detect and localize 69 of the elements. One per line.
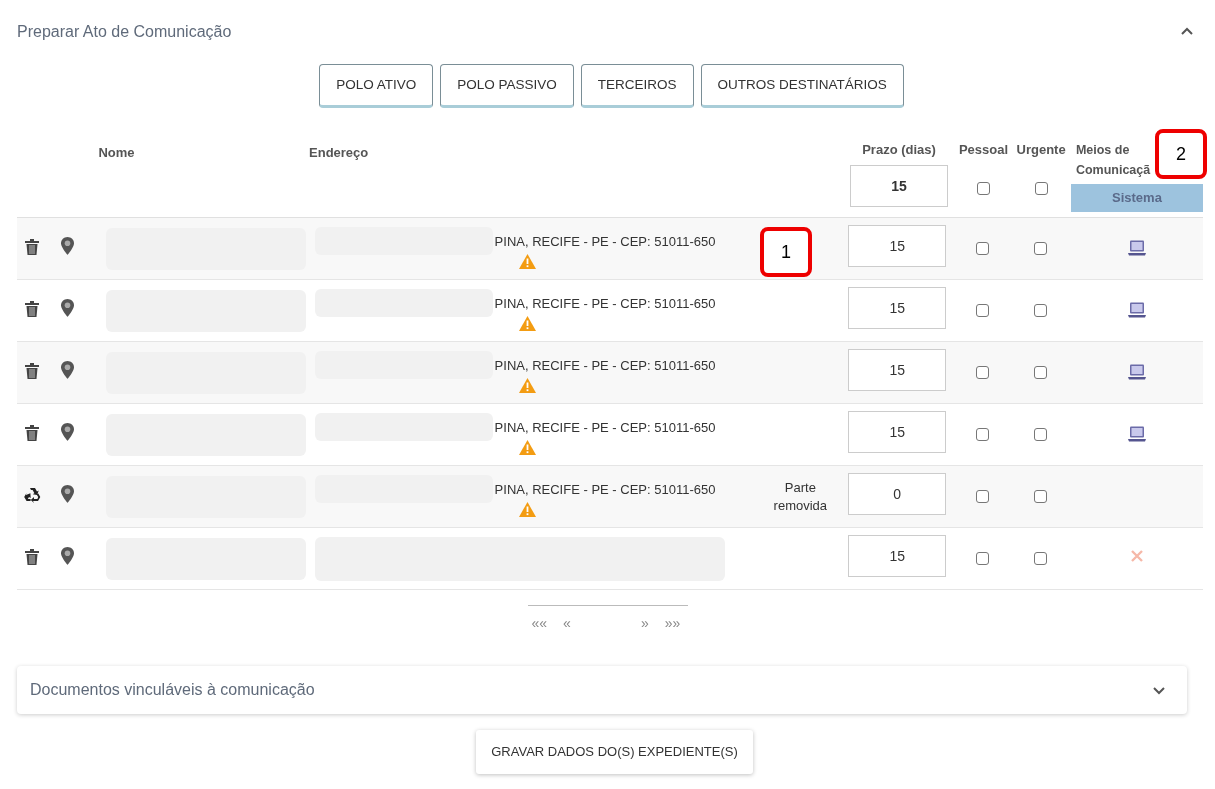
checkbox[interactable] xyxy=(975,366,989,379)
deadline-field[interactable]: 15 xyxy=(848,349,947,391)
checkbox[interactable] xyxy=(1033,490,1047,503)
checkbox[interactable] xyxy=(975,490,989,503)
callout-marker: 1 xyxy=(760,227,812,277)
warning-icon xyxy=(518,377,536,393)
column-header: Nome xyxy=(98,145,135,160)
computer-icon[interactable] xyxy=(1127,364,1146,380)
pagination-link[interactable]: »» xyxy=(664,613,681,634)
checkbox[interactable] xyxy=(975,304,989,317)
deadline-field[interactable]: 15 xyxy=(848,287,947,329)
checkbox[interactable] xyxy=(1033,366,1047,379)
checkbox[interactable] xyxy=(1033,428,1047,441)
deadline-field[interactable]: 15 xyxy=(850,164,949,207)
column-header: Endereço xyxy=(309,145,369,160)
computer-icon[interactable] xyxy=(1127,426,1146,442)
panel-title: Documentos vinculáveis à comunicação xyxy=(30,680,315,700)
deadline-field[interactable]: 0 xyxy=(848,473,947,515)
map-pin-icon[interactable] xyxy=(61,237,75,255)
deadline-field[interactable]: 15 xyxy=(848,411,947,453)
column-header: Pessoal xyxy=(958,141,1009,159)
filter-button[interactable]: POLO PASSIVO xyxy=(440,64,574,108)
address-text: PINA, RECIFE - PE - CEP: 51011-650 xyxy=(494,233,716,251)
map-pin-icon[interactable] xyxy=(61,423,75,441)
computer-icon[interactable] xyxy=(1127,302,1146,318)
checkbox[interactable] xyxy=(977,181,990,195)
trash-icon[interactable] xyxy=(25,239,40,255)
pagination-link[interactable]: « xyxy=(563,613,571,634)
map-pin-icon[interactable] xyxy=(61,361,75,379)
map-pin-icon[interactable] xyxy=(61,547,75,565)
pagination-link[interactable]: «« xyxy=(531,613,548,634)
documents-panel[interactable]: Documentos vinculáveis à comunicação xyxy=(17,666,1187,714)
status-note: Parte removida xyxy=(772,479,829,515)
checkbox[interactable] xyxy=(975,552,989,565)
callout-marker: 2 xyxy=(1155,129,1207,179)
column-subheader: Sistema xyxy=(1070,184,1203,212)
checkbox[interactable] xyxy=(1033,304,1047,317)
address-text: PINA, RECIFE - PE - CEP: 51011-650 xyxy=(494,481,716,499)
address-text: PINA, RECIFE - PE - CEP: 51011-650 xyxy=(494,357,716,375)
trash-icon[interactable] xyxy=(25,425,40,441)
warning-icon xyxy=(518,315,536,331)
checkbox[interactable] xyxy=(975,428,989,441)
pagination-link[interactable]: » xyxy=(640,613,649,634)
trash-icon[interactable] xyxy=(25,549,40,565)
column-header: Meios de Comunicaçã xyxy=(1075,142,1152,179)
recycle-icon[interactable] xyxy=(24,487,41,503)
computer-icon[interactable] xyxy=(1127,240,1146,256)
filter-button[interactable]: OUTROS DESTINATÁRIOS xyxy=(700,64,904,108)
warning-icon xyxy=(518,253,536,269)
trash-icon[interactable] xyxy=(25,301,40,317)
filter-button[interactable]: TERCEIROS xyxy=(580,64,694,108)
trash-icon[interactable] xyxy=(25,363,40,379)
address-text: PINA, RECIFE - PE - CEP: 51011-650 xyxy=(494,419,716,437)
checkbox[interactable] xyxy=(975,242,989,255)
column-header: Urgente xyxy=(1016,141,1066,159)
deadline-field[interactable]: 15 xyxy=(848,535,947,577)
checkbox[interactable] xyxy=(1033,552,1047,565)
warning-icon xyxy=(518,439,536,455)
save-button[interactable]: GRAVAR DADOS DO(S) EXPEDIENTE(S) xyxy=(476,730,753,774)
warning-icon xyxy=(518,501,536,517)
checkbox[interactable] xyxy=(1033,242,1047,255)
deadline-field[interactable]: 15 xyxy=(848,225,947,267)
map-pin-icon[interactable] xyxy=(61,485,75,503)
filter-button[interactable]: POLO ATIVO xyxy=(319,64,434,108)
checkbox[interactable] xyxy=(1034,181,1048,195)
map-pin-icon[interactable] xyxy=(61,299,75,317)
panel-title: Preparar Ato de Comunicação xyxy=(17,22,232,42)
column-header: Prazo (dias) xyxy=(862,141,936,159)
address-text: PINA, RECIFE - PE - CEP: 51011-650 xyxy=(494,295,716,313)
